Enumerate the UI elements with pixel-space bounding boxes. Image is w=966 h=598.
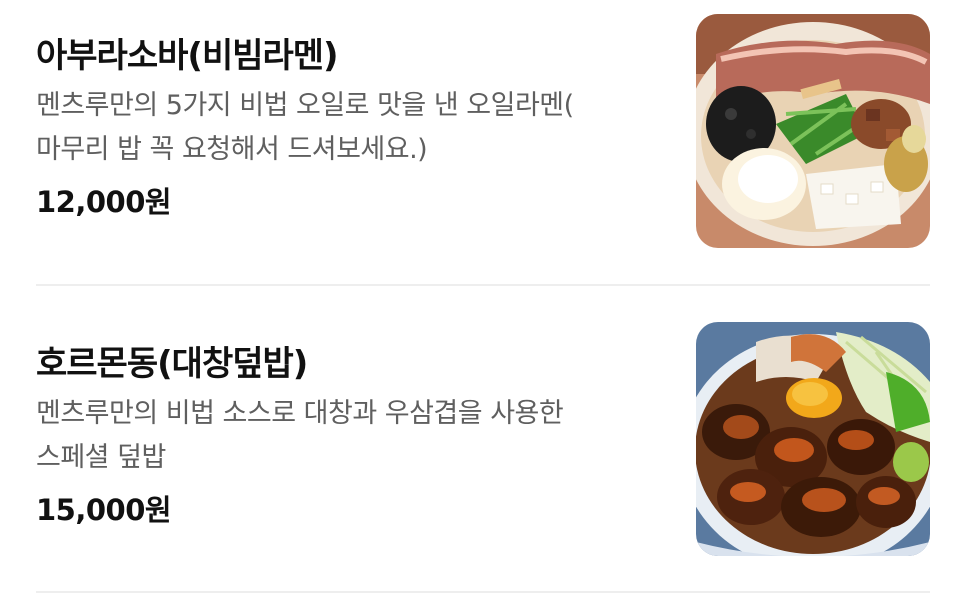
menu-item-text: 아부라소바(비빔라멘) 멘츠루만의 5가지 비법 오일로 맛을 낸 오일라멘( … [36, 34, 676, 222]
menu-divider-bottom [36, 591, 930, 593]
abura-soba-photo [696, 14, 930, 248]
hormone-don-photo [696, 322, 930, 556]
menu-item-abura-soba[interactable]: 아부라소바(비빔라멘) 멘츠루만의 5가지 비법 오일로 맛을 낸 오일라멘( … [0, 0, 966, 290]
menu-list: 아부라소바(비빔라멘) 멘츠루만의 5가지 비법 오일로 맛을 낸 오일라멘( … [0, 0, 966, 594]
menu-item-name: 아부라소바(비빔라멘) [36, 36, 339, 76]
menu-item-description-line: 스페셜 덮밥 [36, 442, 166, 473]
menu-divider [36, 284, 930, 286]
menu-item-photo-hormone-don[interactable] [696, 322, 930, 556]
menu-item-price: 12,000원 [36, 185, 172, 219]
menu-item-name: 호르몬동(대창덮밥) [36, 344, 308, 384]
menu-item-price: 15,000원 [36, 493, 172, 527]
menu-item-description-line: 멘츠루만의 5가지 비법 오일로 맛을 낸 오일라멘( [36, 90, 574, 121]
menu-item-photo-abura-soba[interactable] [696, 14, 930, 248]
menu-item-hormone-don[interactable]: 호르몬동(대창덮밥) 멘츠루만의 비법 소스로 대창과 우삼겹을 사용한 스페셜… [0, 308, 966, 598]
menu-item-description-line: 멘츠루만의 비법 소스로 대창과 우삼겹을 사용한 [36, 398, 564, 429]
menu-item-description-line: 마무리 밥 꼭 요청해서 드셔보세요.) [36, 134, 428, 165]
menu-item-text: 호르몬동(대창덮밥) 멘츠루만의 비법 소스로 대창과 우삼겹을 사용한 스페셜… [36, 342, 676, 530]
